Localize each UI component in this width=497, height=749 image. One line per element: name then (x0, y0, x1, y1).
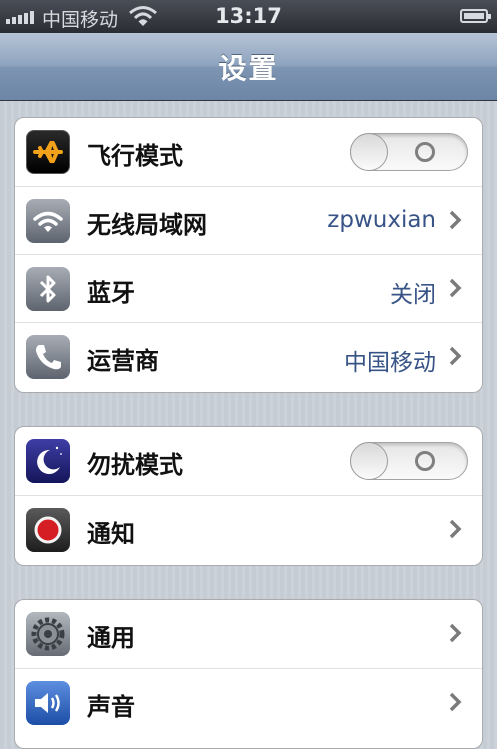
settings-row-label: 通用 (87, 624, 135, 652)
settings-group-notifications: 勿扰模式 通知 (14, 426, 483, 566)
battery-icon (460, 9, 491, 23)
bluetooth-icon (26, 267, 70, 311)
airplane-mode-toggle[interactable] (350, 133, 468, 171)
settings-row-do-not-disturb: 勿扰模式 (15, 427, 482, 495)
settings-row-carrier[interactable]: 运营商 中国移动 (15, 322, 482, 390)
settings-row-label: 无线局域网 (87, 211, 207, 239)
bluetooth-status-value: 关闭 (390, 282, 436, 308)
settings-row-label: 蓝牙 (87, 279, 135, 307)
chevron-right-icon (449, 519, 462, 539)
wifi-icon (26, 199, 70, 243)
chevron-right-icon (449, 210, 462, 230)
settings-row-wifi[interactable]: 无线局域网 zpwuxian (15, 186, 482, 254)
settings-row-bluetooth[interactable]: 蓝牙 关闭 (15, 254, 482, 322)
carrier-value: 中国移动 (344, 350, 436, 376)
settings-row-airplane-mode: 飞行模式 (15, 118, 482, 186)
settings-row-general[interactable]: 通用 (15, 600, 482, 668)
chevron-right-icon (449, 278, 462, 298)
moon-icon (26, 439, 70, 483)
phone-icon (26, 335, 70, 379)
settings-group-general: 通用 声音 (14, 599, 483, 749)
do-not-disturb-toggle[interactable] (350, 442, 468, 480)
settings-row-sounds[interactable]: 声音 (15, 668, 482, 736)
settings-row-label: 运营商 (87, 347, 159, 375)
speaker-icon (26, 681, 70, 725)
page-title: 设置 (218, 52, 279, 85)
settings-row-label: 声音 (87, 693, 135, 721)
status-bar: 中国移动 13:17 (0, 0, 497, 33)
status-time: 13:17 (215, 4, 282, 28)
gear-icon (26, 612, 70, 656)
settings-row-label: 飞行模式 (87, 142, 183, 170)
notification-icon (26, 508, 70, 552)
toggle-knob (350, 442, 388, 480)
wifi-network-value: zpwuxian (327, 207, 436, 233)
settings-row-label: 通知 (87, 520, 135, 548)
settings-row-label: 勿扰模式 (87, 451, 183, 479)
toggle-knob (350, 133, 388, 171)
settings-group-connectivity: 飞行模式 无线局域网 zpwuxian 蓝牙 关闭 运营商 中国移动 (14, 117, 483, 393)
settings-row-notifications[interactable]: 通知 (15, 495, 482, 563)
chevron-right-icon (449, 692, 462, 712)
toggle-off-indicator (415, 451, 435, 471)
navigation-bar: 设置 (0, 33, 497, 101)
toggle-off-indicator (415, 142, 435, 162)
airplane-icon (26, 130, 70, 174)
chevron-right-icon (449, 623, 462, 643)
chevron-right-icon (449, 346, 462, 366)
